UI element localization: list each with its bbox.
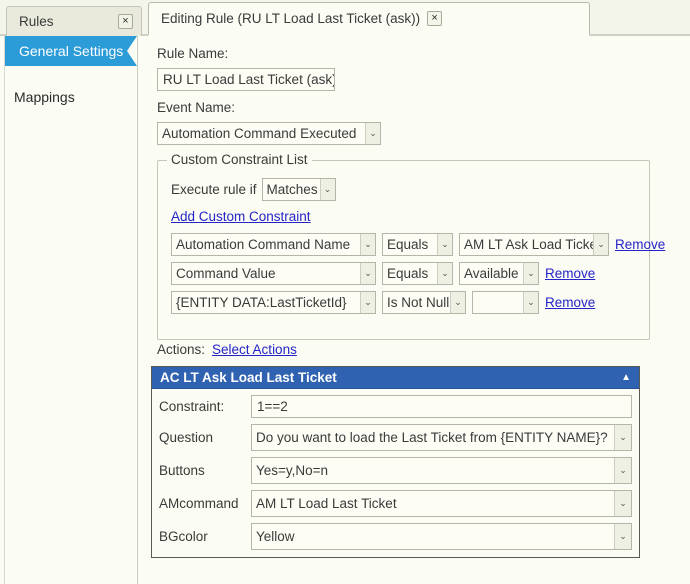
constraint-expression-input[interactable]: 1==2 [251,395,632,418]
constraint-value-value: AM LT Ask Load Ticket [464,237,593,252]
tab-editing-rule[interactable]: Editing Rule (RU LT Load Last Ticket (as… [148,2,590,36]
constraint-row: Automation Command Name ⌄ Equals ⌄ AM LT… [171,233,665,256]
field-row-buttons: Buttons Yes=y,No=n ⌄ [159,457,632,484]
constraint-value-select[interactable]: ⌄ [472,291,539,314]
amcommand-value: AM LT Load Last Ticket [256,496,397,511]
chevron-down-icon[interactable]: ⌄ [360,263,375,284]
field-control: 1==2 [251,395,632,418]
sidebar-item-label: General Settings [19,43,124,59]
constraint-operator-value: Is Not Null [387,295,450,310]
field-control: Yellow ⌄ [251,523,632,550]
constraint-value-select[interactable]: AM LT Ask Load Ticket ⌄ [459,233,609,256]
close-icon[interactable]: × [427,11,443,26]
bgcolor-value: Yellow [256,529,295,544]
constraint-field-select[interactable]: {ENTITY DATA:LastTicketId} ⌄ [171,291,376,314]
field-label: BGcolor [159,529,208,544]
sidebar: General Settings Mappings [0,36,138,584]
chevron-notch-icon [127,36,137,66]
constraint-value-select[interactable]: Available ⌄ [459,262,539,285]
custom-constraint-list-legend: Custom Constraint List [167,152,312,167]
chevron-down-icon[interactable]: ⌄ [523,263,538,284]
field-label: Buttons [159,463,205,478]
close-icon[interactable]: × [118,14,133,29]
constraint-field-value: {ENTITY DATA:LastTicketId} [176,295,347,310]
chevron-down-icon[interactable]: ⌄ [437,234,452,255]
field-row-bgcolor: BGcolor Yellow ⌄ [159,523,632,550]
chevron-down-icon[interactable]: ⌄ [523,292,538,313]
constraint-value-value [473,292,523,313]
bgcolor-select[interactable]: Yellow ⌄ [251,523,632,550]
field-label: AMcommand [159,496,239,511]
field-label: Question [159,430,214,445]
action-panel-title: AC LT Ask Load Last Ticket [160,370,337,385]
constraint-field-value: Automation Command Name [176,237,351,252]
chevron-down-icon[interactable]: ⌄ [614,524,631,549]
amcommand-select[interactable]: AM LT Load Last Ticket ⌄ [251,490,632,517]
chevron-down-icon[interactable]: ⌄ [319,179,335,200]
rule-name-label: Rule Name: [157,46,229,61]
chevron-down-icon[interactable]: ⌄ [593,234,608,255]
remove-constraint-link[interactable]: Remove [545,295,595,310]
action-panel: AC LT Ask Load Last Ticket ▲ Constraint:… [151,366,640,558]
tab-strip: Rules × Editing Rule (RU LT Load Last Ti… [0,0,690,36]
constraint-field-value: Command Value [176,266,276,281]
sidebar-item-mappings[interactable]: Mappings [0,82,137,112]
field-control: AM LT Load Last Ticket ⌄ [251,490,632,517]
sidebar-item-general-settings[interactable]: General Settings [5,36,137,66]
sidebar-item-label: Mappings [14,89,75,105]
chevron-down-icon[interactable]: ⌄ [365,123,380,144]
execute-rule-if-label: Execute rule if [171,182,257,197]
constraint-operator-select[interactable]: Equals ⌄ [382,233,453,256]
action-panel-body: Constraint: 1==2 Question Do you want to… [152,389,639,557]
rule-name-input[interactable]: RU LT Load Last Ticket (ask) [157,68,335,91]
collapse-icon[interactable]: ▲ [621,372,631,383]
chevron-down-icon[interactable]: ⌄ [614,491,631,516]
event-name-value: Automation Command Executed [162,126,357,141]
field-control: Do you want to load the Last Ticket from… [251,424,632,451]
tab-editing-rule-label: Editing Rule (RU LT Load Last Ticket (as… [161,11,421,26]
question-select[interactable]: Do you want to load the Last Ticket from… [251,424,632,451]
question-value: Do you want to load the Last Ticket from… [256,430,608,445]
chevron-down-icon[interactable]: ⌄ [360,234,375,255]
constraint-value-value: Available [464,266,519,281]
constraint-operator-value: Equals [387,237,429,252]
constraint-row: {ENTITY DATA:LastTicketId} ⌄ Is Not Null… [171,291,595,314]
main-content: Rule Name: RU LT Load Last Ticket (ask) … [139,36,690,584]
execute-rule-if-value: Matches [266,182,318,197]
constraint-field-select[interactable]: Automation Command Name ⌄ [171,233,376,256]
tab-rules[interactable]: Rules × [6,6,142,36]
chevron-down-icon[interactable]: ⌄ [614,458,631,483]
buttons-select[interactable]: Yes=y,No=n ⌄ [251,457,632,484]
actions-label: Actions: [157,342,206,357]
execute-rule-if-select[interactable]: Matches ⌄ [261,178,336,201]
constraint-operator-select[interactable]: Is Not Null ⌄ [382,291,466,314]
field-control: Yes=y,No=n ⌄ [251,457,632,484]
remove-constraint-link[interactable]: Remove [615,237,665,252]
constraint-field-select[interactable]: Command Value ⌄ [171,262,376,285]
remove-constraint-link[interactable]: Remove [545,266,595,281]
event-name-select[interactable]: Automation Command Executed ⌄ [157,122,381,145]
constraint-row: Command Value ⌄ Equals ⌄ Available ⌄ Rem… [171,262,595,285]
constraint-operator-value: Equals [387,266,429,281]
field-label: Constraint: [159,399,225,414]
tab-rules-label: Rules [19,14,54,29]
select-actions-link[interactable]: Select Actions [212,342,297,357]
action-panel-header[interactable]: AC LT Ask Load Last Ticket ▲ [152,367,639,389]
buttons-value: Yes=y,No=n [256,463,329,478]
event-name-label: Event Name: [157,100,236,115]
actions-header: Actions: Select Actions [157,342,297,357]
add-custom-constraint-link[interactable]: Add Custom Constraint [171,209,311,224]
field-row-amcommand: AMcommand AM LT Load Last Ticket ⌄ [159,490,632,517]
custom-constraint-list-group: Custom Constraint List Execute rule if M… [157,152,665,340]
chevron-down-icon[interactable]: ⌄ [437,263,452,284]
field-row-question: Question Do you want to load the Last Ti… [159,424,632,451]
field-row-constraint: Constraint: 1==2 [159,395,632,418]
chevron-down-icon[interactable]: ⌄ [360,292,375,313]
chevron-down-icon[interactable]: ⌄ [614,425,631,450]
constraint-operator-select[interactable]: Equals ⌄ [382,262,453,285]
chevron-down-icon[interactable]: ⌄ [450,292,465,313]
